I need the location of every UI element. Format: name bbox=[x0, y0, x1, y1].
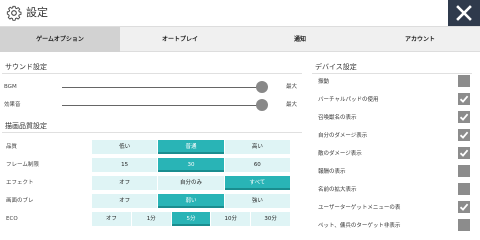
device-label-virtual-pad: バーチャルパッドの使用 bbox=[318, 97, 379, 103]
graphics-section-title: 描画品質設定 bbox=[2, 121, 302, 133]
checkbox-name-enlarge[interactable] bbox=[458, 183, 470, 195]
shake-option-weak[interactable]: 弱い bbox=[158, 194, 224, 208]
effect-option-off[interactable]: オフ bbox=[92, 176, 158, 190]
tab-autoplay[interactable]: オートプレイ bbox=[120, 27, 240, 52]
device-label-name-enlarge: 名前の拡大表示 bbox=[318, 187, 357, 193]
checkbox-summon-name[interactable] bbox=[458, 111, 470, 123]
close-icon bbox=[456, 5, 472, 21]
bgm-max-label: 最大 bbox=[286, 84, 298, 90]
device-row-summon-name[interactable]: 召喚獣名の表示 bbox=[318, 110, 470, 126]
frame-option-15[interactable]: 15 bbox=[92, 158, 158, 172]
effect-label: エフェクト bbox=[6, 180, 34, 186]
device-row-virtual-pad[interactable]: バーチャルパッドの使用 bbox=[318, 92, 470, 108]
checkmark-icon bbox=[459, 149, 469, 157]
sfx-label: 効果音 bbox=[4, 102, 21, 108]
page-title: 設定 bbox=[26, 6, 48, 19]
device-row-user-target-menu[interactable]: ユーザーターゲットメニューの表 bbox=[318, 200, 470, 216]
checkmark-icon bbox=[459, 95, 469, 103]
eco-option-1min[interactable]: 1分 bbox=[131, 212, 171, 226]
close-button[interactable] bbox=[448, 0, 480, 26]
quality-option-low[interactable]: 低い bbox=[92, 140, 158, 154]
device-row-vibration[interactable]: 振動 bbox=[318, 74, 470, 90]
quality-option-high[interactable]: 高い bbox=[224, 140, 290, 154]
bgm-slider-track[interactable] bbox=[62, 87, 262, 88]
eco-label: ECO bbox=[6, 216, 18, 222]
effect-option-self[interactable]: 自分のみ bbox=[158, 176, 224, 190]
shake-label: 画面のブレ bbox=[6, 198, 34, 204]
checkbox-user-target-menu[interactable] bbox=[458, 201, 470, 213]
sfx-slider-knob[interactable] bbox=[256, 99, 268, 111]
checkbox-virtual-pad[interactable] bbox=[458, 93, 470, 105]
device-label-vibration: 振動 bbox=[318, 79, 330, 85]
eco-option-5min[interactable]: 5分 bbox=[171, 212, 211, 226]
checkmark-icon bbox=[459, 131, 469, 139]
eco-options: オフ 1分 5分 10分 30分 bbox=[92, 212, 290, 226]
device-row-enemy-damage[interactable]: 敵のダメージ表示 bbox=[318, 146, 470, 162]
quality-option-normal[interactable]: 普通 bbox=[158, 140, 224, 154]
sfx-max-label: 最大 bbox=[286, 102, 298, 108]
sound-section-title: サウンド設定 bbox=[2, 62, 302, 74]
shake-options: オフ 弱い 強い bbox=[92, 194, 290, 208]
device-label-self-damage: 自分のダメージ表示 bbox=[318, 133, 368, 139]
checkbox-enemy-damage[interactable] bbox=[458, 147, 470, 159]
eco-option-off[interactable]: オフ bbox=[92, 212, 131, 226]
gear-icon bbox=[6, 5, 22, 21]
device-section-title: デバイス設定 bbox=[312, 62, 472, 74]
shake-option-strong[interactable]: 強い bbox=[224, 194, 290, 208]
device-label-reward: 報酬の表示 bbox=[318, 169, 346, 175]
device-label-user-target-menu: ユーザーターゲットメニューの表 bbox=[318, 205, 401, 211]
device-row-pet-target-hide[interactable]: ペット、傭兵のターゲット非表示 bbox=[318, 218, 470, 234]
checkbox-vibration[interactable] bbox=[458, 75, 470, 87]
eco-option-30min[interactable]: 30分 bbox=[251, 212, 290, 226]
device-label-summon-name: 召喚獣名の表示 bbox=[318, 115, 357, 121]
tab-bar: ゲームオプション オートプレイ 通知 アカウント bbox=[0, 26, 480, 52]
frame-limit-label: フレーム制限 bbox=[6, 162, 39, 168]
frame-option-30[interactable]: 30 bbox=[158, 158, 224, 172]
checkmark-icon bbox=[459, 113, 469, 121]
frame-limit-options: 15 30 60 bbox=[92, 158, 290, 172]
checkbox-pet-target-hide[interactable] bbox=[458, 219, 470, 231]
checkbox-reward[interactable] bbox=[458, 165, 470, 177]
device-row-reward[interactable]: 報酬の表示 bbox=[318, 164, 470, 180]
shake-option-off[interactable]: オフ bbox=[92, 194, 158, 208]
effect-option-all[interactable]: すべて bbox=[224, 176, 290, 190]
tab-game-options[interactable]: ゲームオプション bbox=[0, 27, 120, 52]
device-label-pet-target-hide: ペット、傭兵のターゲット非表示 bbox=[318, 223, 401, 229]
eco-option-10min[interactable]: 10分 bbox=[211, 212, 251, 226]
frame-option-60[interactable]: 60 bbox=[224, 158, 290, 172]
checkbox-self-damage[interactable] bbox=[458, 129, 470, 141]
quality-options: 低い 普通 高い bbox=[92, 140, 290, 154]
bgm-slider-knob[interactable] bbox=[256, 81, 268, 93]
sfx-slider-track[interactable] bbox=[62, 105, 262, 106]
bgm-label: BGM bbox=[4, 84, 17, 90]
tab-account[interactable]: アカウント bbox=[360, 27, 480, 52]
quality-label: 品質 bbox=[6, 144, 18, 150]
checkmark-icon bbox=[459, 203, 469, 211]
device-label-enemy-damage: 敵のダメージ表示 bbox=[318, 151, 362, 157]
device-row-self-damage[interactable]: 自分のダメージ表示 bbox=[318, 128, 470, 144]
device-row-name-enlarge[interactable]: 名前の拡大表示 bbox=[318, 182, 470, 198]
tab-notifications[interactable]: 通知 bbox=[240, 27, 360, 52]
effect-options: オフ 自分のみ すべて bbox=[92, 176, 290, 190]
header-bar: 設定 bbox=[0, 0, 480, 26]
